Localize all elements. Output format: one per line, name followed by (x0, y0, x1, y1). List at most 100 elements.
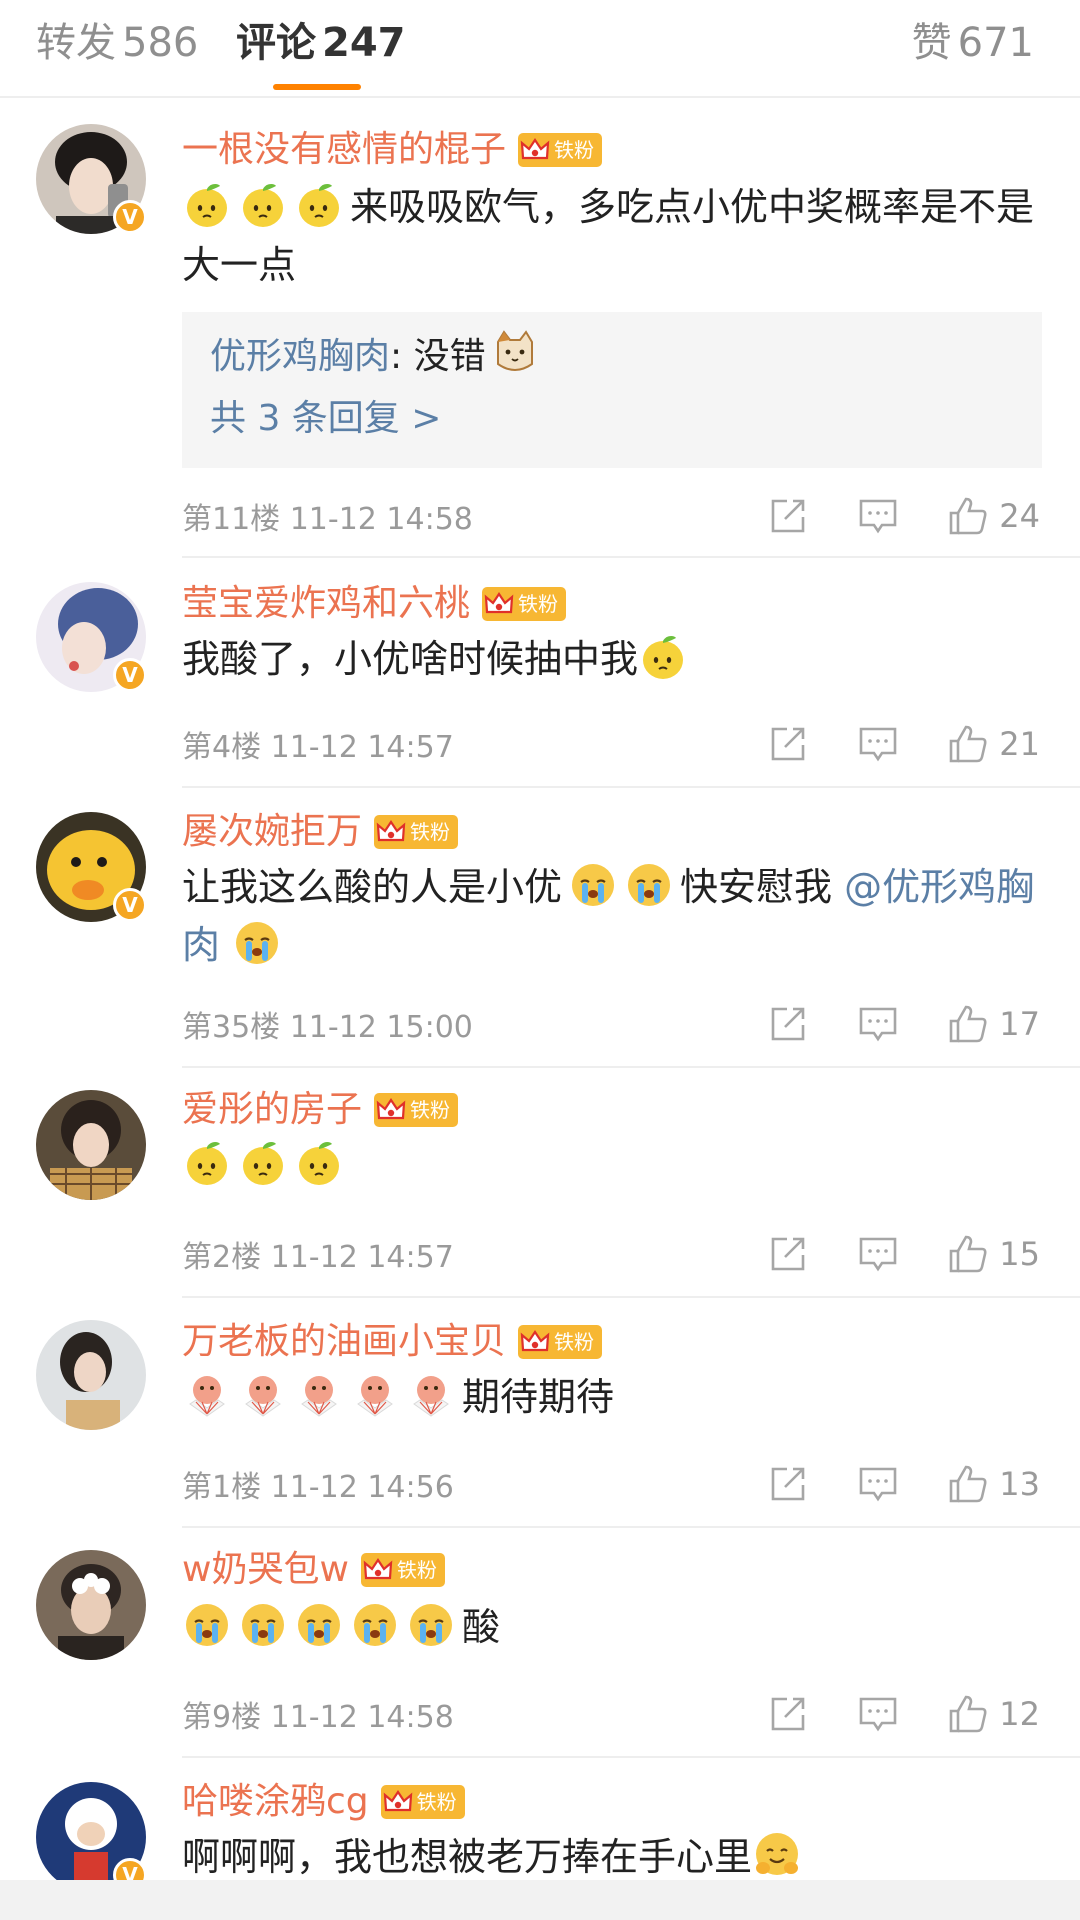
reply-username[interactable]: 优形鸡胸肉 (210, 336, 390, 377)
cry-emoji-icon (182, 1600, 232, 1650)
reply-preview: 优形鸡胸肉: 没错 (210, 326, 1014, 388)
fan-badge-label: 铁粉 (410, 820, 451, 844)
like-icon[interactable] (947, 1233, 989, 1275)
reply-icon[interactable] (857, 723, 899, 765)
like-count: 15 (999, 1235, 1040, 1273)
avatar[interactable] (36, 1550, 146, 1660)
cheer-emoji-icon (350, 1370, 400, 1420)
cry-emoji-icon (238, 1600, 288, 1650)
comment-username[interactable]: 屡次婉拒万 (182, 808, 362, 856)
floor-timestamp: 第9楼 11-12 14:58 (182, 1700, 454, 1735)
comment-body: 让我这么酸的人是小优 (182, 865, 563, 909)
crown-icon (361, 1553, 395, 1587)
comment-body-continued: 快安慰我 (680, 865, 833, 909)
fan-badge-label: 铁粉 (396, 1558, 437, 1582)
comment-body: 啊啊啊，我也想被老万捧在手心里 (182, 1835, 753, 1879)
comment-item: V 屡次婉拒万 铁粉 让我这么酸的人是小优 快安慰我 @优形鸡胸肉 第35楼 11… (0, 788, 1080, 1068)
view-all-replies-link[interactable]: 共 3 条回复 > (210, 388, 1014, 450)
cry-emoji-icon (568, 860, 618, 910)
comment-meta: 第1楼 11-12 14:56 13 (182, 1460, 1040, 1508)
cry-emoji-icon (294, 1600, 344, 1650)
tab-repost-count: 586 (122, 20, 199, 66)
cheer-emoji-icon (294, 1370, 344, 1420)
verified-badge-icon: V (113, 200, 147, 234)
comment-actions: 24 (767, 495, 1040, 537)
floor-timestamp: 第1楼 11-12 14:56 (182, 1470, 454, 1505)
share-icon[interactable] (767, 495, 809, 537)
like-icon[interactable] (947, 723, 989, 765)
reply-icon[interactable] (857, 1003, 899, 1045)
name-row: 莹宝爱炸鸡和六桃 铁粉 (182, 580, 567, 628)
comment-body: 我酸了，小优啥时候抽中我 (182, 637, 639, 681)
comment-body: 酸 (462, 1605, 501, 1649)
tab-repost[interactable]: 转发 586 (36, 18, 198, 68)
avatar[interactable] (36, 1090, 146, 1200)
like-icon[interactable] (947, 1693, 989, 1735)
tab-comment-count: 247 (322, 20, 406, 66)
comment-username[interactable]: 爱彤的房子 (182, 1086, 362, 1134)
comment-body: 期待期待 (462, 1375, 615, 1419)
name-row: w奶哭包w 铁粉 (182, 1546, 445, 1594)
tab-comment[interactable]: 评论 247 (236, 18, 406, 68)
reply-text: 没错 (413, 336, 486, 377)
like-count: 24 (999, 497, 1040, 535)
reply-icon[interactable] (857, 1233, 899, 1275)
comment-username[interactable]: 莹宝爱炸鸡和六桃 (182, 580, 470, 628)
like-icon[interactable] (947, 1003, 989, 1045)
comment-username[interactable]: w奶哭包w (182, 1546, 349, 1594)
comment-actions: 15 (767, 1233, 1040, 1275)
tab-like-count: 671 (957, 20, 1034, 66)
cry-emoji-icon (624, 860, 674, 910)
like-icon[interactable] (947, 495, 989, 537)
avatar[interactable] (36, 1320, 146, 1430)
comment-tab-bar: 转发 586 评论 247 赞 671 (0, 0, 1080, 98)
share-icon[interactable] (767, 1003, 809, 1045)
comment-actions: 12 (767, 1693, 1040, 1735)
reply-preview-box[interactable]: 优形鸡胸肉: 没错 共 3 条回复 > (182, 312, 1042, 468)
share-icon[interactable] (767, 1233, 809, 1275)
lemon-emoji-icon (238, 180, 288, 230)
tab-comment-label: 评论 (236, 20, 316, 66)
reply-icon[interactable] (857, 1693, 899, 1735)
tab-repost-label: 转发 (36, 20, 116, 66)
lemon-emoji-icon (294, 1138, 344, 1188)
bottom-bar-edge (0, 1880, 1080, 1920)
fan-badge-label: 铁粉 (416, 1790, 457, 1814)
comment-actions: 17 (767, 1003, 1040, 1045)
like-icon[interactable] (947, 1463, 989, 1505)
fan-badge-label: 铁粉 (518, 592, 559, 616)
comment-username[interactable]: 万老板的油画小宝贝 (182, 1318, 506, 1366)
share-icon[interactable] (767, 1463, 809, 1505)
fan-badge: 铁粉 (380, 1785, 465, 1819)
fan-badge: 铁粉 (374, 1093, 459, 1127)
cat-emoji-icon (490, 328, 540, 378)
share-icon[interactable] (767, 723, 809, 765)
crown-icon (518, 133, 552, 167)
verified-badge-icon: V (113, 1858, 147, 1880)
name-row: 屡次婉拒万 铁粉 (182, 808, 459, 856)
comment-text (182, 1136, 1042, 1194)
tab-like[interactable]: 赞 671 (912, 18, 1034, 68)
crown-icon (518, 1325, 552, 1359)
floor-timestamp: 第35楼 11-12 15:00 (182, 1010, 473, 1045)
comment-username[interactable]: 哈喽涂鸦cg (182, 1778, 369, 1826)
comment-text: 酸 (182, 1598, 1042, 1656)
comment-text: 让我这么酸的人是小优 快安慰我 @优形鸡胸肉 (182, 858, 1042, 974)
cheer-emoji-icon (406, 1370, 456, 1420)
reply-icon[interactable] (857, 1463, 899, 1505)
comment-item: 万老板的油画小宝贝 铁粉 期待期待 第1楼 11-12 14:56 13 (0, 1298, 1080, 1528)
floor-timestamp: 第4楼 11-12 14:57 (182, 730, 454, 765)
lemon-emoji-icon (182, 1138, 232, 1188)
comment-text: 期待期待 (182, 1368, 1042, 1426)
cry-emoji-icon (406, 1600, 456, 1650)
comment-meta: 第11楼 11-12 14:58 24 (182, 492, 1040, 540)
cry-emoji-icon (232, 918, 282, 968)
comment-username[interactable]: 一根没有感情的棍子 (182, 126, 506, 174)
active-tab-indicator (273, 84, 361, 90)
name-row: 一根没有感情的棍子 铁粉 (182, 126, 603, 174)
floor-timestamp: 第11楼 11-12 14:58 (182, 502, 473, 537)
reply-icon[interactable] (857, 495, 899, 537)
comment-item: 爱彤的房子 铁粉 第2楼 11-12 14:57 15 (0, 1068, 1080, 1298)
share-icon[interactable] (767, 1693, 809, 1735)
tab-like-label: 赞 (911, 20, 952, 66)
